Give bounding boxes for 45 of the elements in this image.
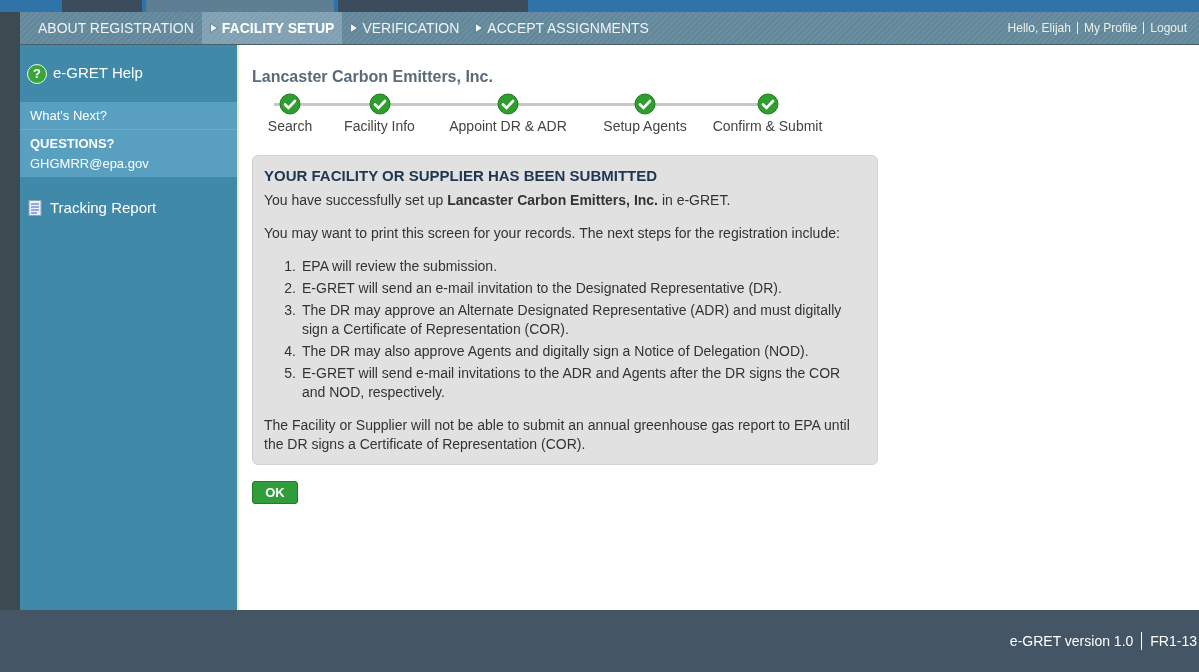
step-label: Confirm & Submit: [712, 117, 823, 136]
help-icon: ?: [27, 63, 47, 84]
step-label: Facility Info: [344, 117, 415, 136]
list-number: 2.: [283, 279, 297, 298]
check-icon: [497, 93, 519, 115]
nav-tab[interactable]: ACCEPT ASSIGNMENTS: [467, 12, 657, 44]
list-text: EPA will review the submission.: [302, 257, 499, 276]
top-tab[interactable]: [146, 0, 334, 12]
whats-next-link[interactable]: What's Next?: [30, 105, 107, 126]
user-link[interactable]: Logout: [1150, 19, 1187, 37]
top-tab[interactable]: [62, 0, 142, 12]
help-link[interactable]: e-GRET Help: [53, 62, 143, 85]
step-label: Appoint DR & ADR: [449, 117, 567, 136]
facility-name: Lancaster Carbon Emitters, Inc.: [252, 67, 494, 87]
check-icon: [368, 93, 391, 115]
email-link[interactable]: GHGMRR@epa.gov: [30, 153, 237, 173]
version-text: e-GRET version 1.0: [1009, 631, 1134, 651]
nav-tab[interactable]: VERIFICATION: [342, 12, 468, 44]
nav-tab[interactable]: ABOUT REGISTRATION: [30, 12, 202, 44]
check-icon: [756, 93, 779, 115]
ok-button[interactable]: OK: [252, 481, 298, 504]
list-text: E-GRET will send an e-mail invitation to the Designated Representative (DR).: [302, 279, 783, 298]
step-label: Search: [267, 117, 313, 136]
list-number: 3.: [283, 301, 297, 320]
tracking-report-link[interactable]: Tracking Report: [50, 197, 157, 220]
print-note: You may want to print this screen for your records. The next steps for the registration include:: [264, 224, 841, 243]
panel-title: YOUR FACILITY OR SUPPLIER HAS BEEN SUBMITTED: [264, 166, 659, 185]
closing-text: The Facility or Supplier will not be able to submit an annual greenhouse gas report to EPA until the DR signs a Certificate of Representation (COR).: [264, 416, 851, 454]
list-text: E-GRET will send e-mail invitations to the ADR and Agents after the DR signs the COR and NOD, respectively.: [302, 364, 842, 402]
list-number: 4.: [283, 342, 297, 361]
list-text: The DR may approve an Alternate Designated Representative (ADR) and must digitally sign a Certificate of Representation (COR).: [302, 301, 843, 339]
list-text: The DR may also approve Agents and digitally sign a Notice of Delegation (NOD).: [302, 342, 810, 361]
document-icon: [28, 200, 42, 217]
check-icon: [279, 93, 301, 115]
user-link[interactable]: My Profile: [1083, 19, 1138, 37]
list-number: 5.: [283, 364, 297, 383]
greeting-text: Hello, Elijah: [1007, 20, 1071, 37]
check-icon: [634, 93, 656, 115]
intro-text: You have successfully set up Lancaster Carbon Emitters, Inc. in e-GRET.: [264, 191, 732, 210]
top-tab[interactable]: [338, 0, 528, 12]
step-label: Setup Agents: [603, 117, 687, 136]
nav-tab[interactable]: FACILITY SETUP: [201, 12, 343, 44]
list-number: 1.: [283, 257, 297, 276]
build-code: FR1-13: [1150, 631, 1197, 651]
questions-label: QUESTIONS?: [30, 135, 116, 153]
